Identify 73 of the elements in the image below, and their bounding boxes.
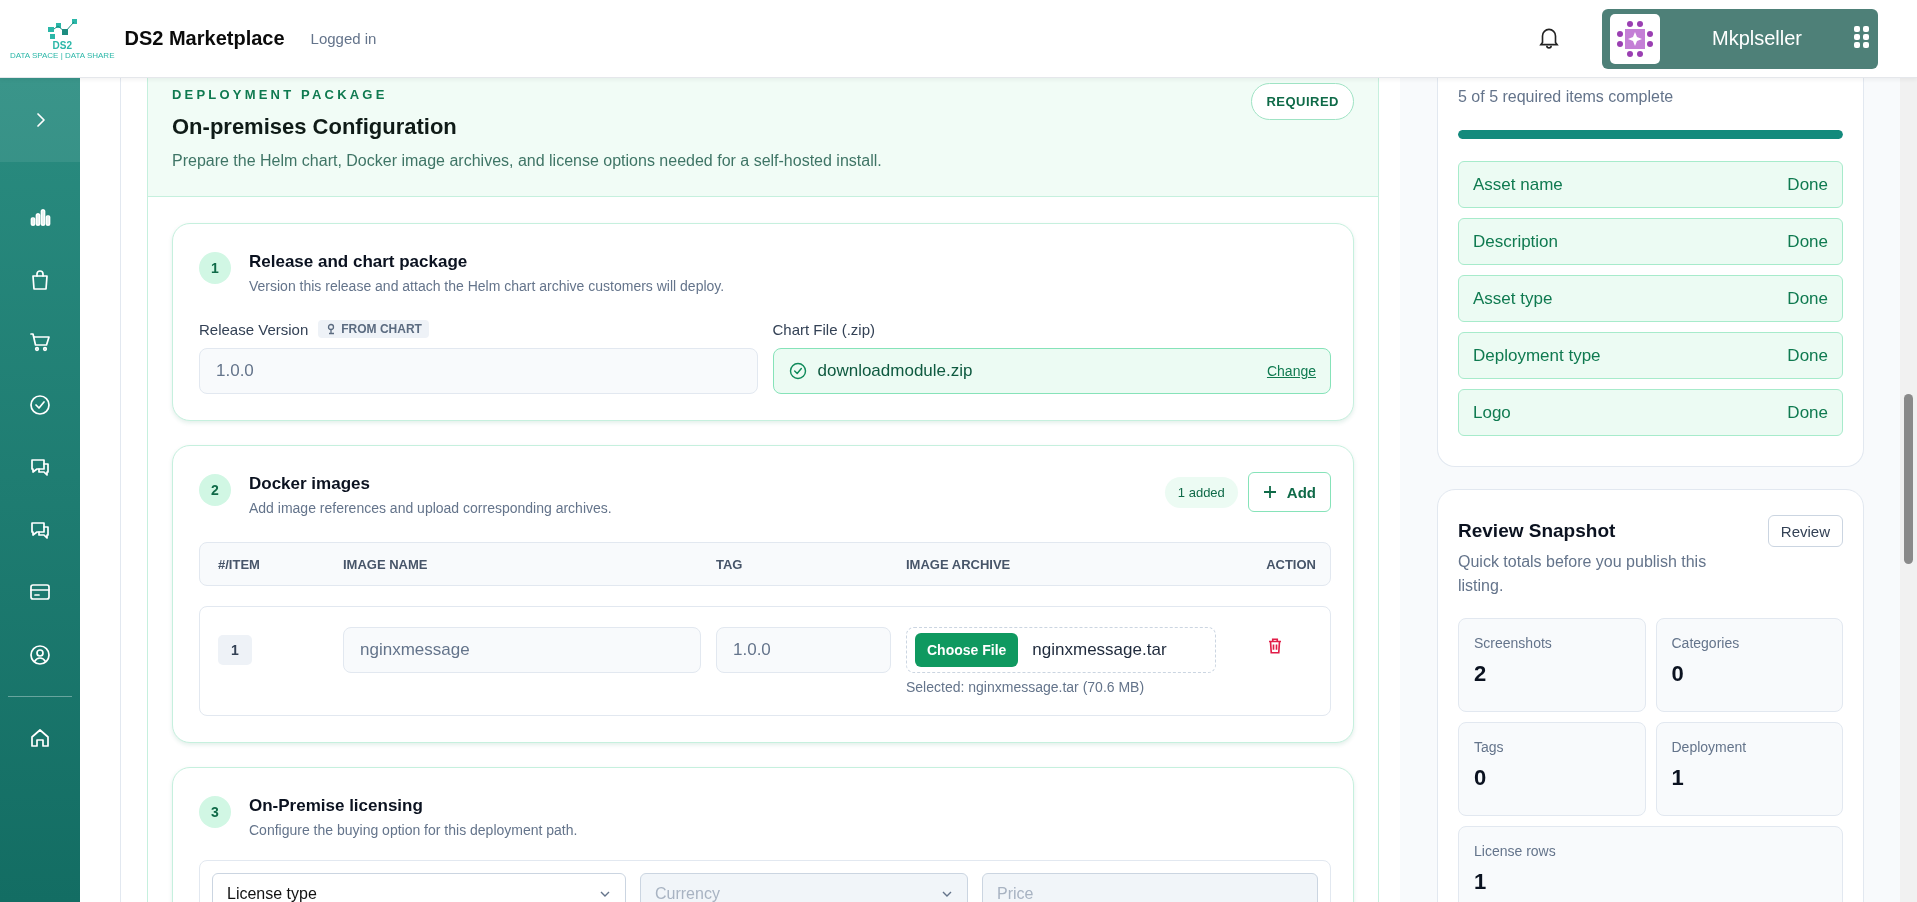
chart-file-field[interactable]: downloadmodule.zip Change (772, 348, 1331, 394)
section-eyebrow: DEPLOYMENT PACKAGE (172, 87, 389, 102)
row-index: 1 (218, 635, 252, 665)
item-status: Done (1787, 345, 1828, 366)
dropdown-field[interactable]: License type (212, 873, 626, 902)
file-name: nginxmessage.tar (1032, 640, 1167, 660)
stat-value: 1 (1474, 869, 1488, 895)
field-label: Chart File (.zip) (772, 320, 876, 338)
app-title: DS2 Marketplace (124, 27, 285, 50)
logo-text: DS2 (52, 41, 72, 51)
section-title: On-premises Configuration (172, 114, 458, 140)
stat-value: 0 (1474, 765, 1488, 791)
item-status: Done (1787, 174, 1828, 195)
stat-label: Screenshots (1474, 635, 1553, 651)
apps-grid-icon[interactable] (1854, 25, 1870, 48)
check-circle-icon[interactable] (28, 392, 52, 417)
card-title: Review Snapshot (1458, 520, 1617, 542)
user-menu-button[interactable]: Mkplseller (1602, 8, 1878, 69)
item-status: Done (1787, 231, 1828, 252)
login-status: Logged in (310, 30, 377, 47)
step-description: Add image references and upload corresponding archives. (249, 500, 613, 516)
add-button[interactable]: Add (1247, 472, 1331, 512)
change-link[interactable]: Change (1266, 363, 1316, 379)
logo-tagline: DATA SPACE | DATA SHARE (10, 51, 115, 60)
file-upload-field[interactable]: Choose File nginxmessage.tar (906, 627, 1216, 673)
progress-summary: 5 of 5 required items complete (1458, 88, 1675, 106)
user-circle-icon[interactable] (28, 642, 52, 667)
stat-value: 0 (1671, 661, 1685, 687)
file-name: downloadmodule.zip (817, 361, 974, 381)
scrollbar-thumb[interactable] (1904, 394, 1913, 564)
plus-icon (1262, 485, 1277, 499)
required-badge: REQUIRED (1251, 83, 1354, 120)
item-label: Logo (1473, 402, 1511, 423)
step-title: On-Premise licensing (249, 796, 424, 816)
stat-label: Deployment (1671, 739, 1748, 755)
item-status: Done (1787, 402, 1828, 423)
stat-label: Tags (1474, 739, 1505, 755)
count-badge: 1 added (1164, 476, 1238, 508)
tag-field[interactable]: 1.0.0 (716, 627, 891, 673)
image-name-field[interactable]: nginxmessage (343, 627, 701, 673)
item-label: Deployment type (1473, 345, 1601, 366)
item-label: Description (1473, 231, 1559, 252)
delete-trash-icon[interactable] (1266, 637, 1284, 655)
section-description: Prepare the Helm chart, Docker image archives, and license options needed for a self-hosted install. (172, 152, 883, 170)
item-label: Asset type (1473, 288, 1553, 309)
column-header: ACTION (1265, 556, 1316, 572)
column-header: IMAGE NAME (343, 556, 429, 572)
column-header: IMAGE ARCHIVE (906, 556, 1012, 572)
avatar-icon (1610, 13, 1660, 64)
step-number-badge: 2 (199, 474, 231, 506)
column-header: TAG (716, 556, 744, 572)
card-description: Quick totals before you publish this listing. (1458, 552, 1708, 596)
item-status: Done (1787, 288, 1828, 309)
step-description: Version this release and attach the Helm chart archive customers will deploy. (249, 278, 726, 294)
choose-file-button[interactable]: Choose File (915, 633, 1019, 667)
stat-label: Categories (1671, 635, 1741, 651)
step-title: Docker images (249, 474, 371, 494)
step-description: Configure the buying option for this deployment path. (249, 822, 579, 838)
stat-value: 2 (1474, 661, 1488, 687)
release-version-field[interactable]: 1.0.0 (199, 348, 758, 394)
step-number-badge: 3 (199, 796, 231, 828)
item-label: Asset name (1473, 174, 1563, 195)
user-name: Mkplseller (1711, 27, 1803, 50)
stat-value: 1 (1671, 765, 1685, 791)
selected-file-note: Selected: nginxmessage.tar (70.6 MB) (906, 679, 1146, 695)
step-number-badge: 1 (199, 252, 231, 284)
column-header: #/ITEM (218, 556, 261, 572)
from-chart-tag: FROM CHART (318, 320, 429, 338)
stat-label: License rows (1474, 843, 1557, 859)
step-title: Release and chart package (249, 252, 469, 272)
review-button[interactable]: Review (1767, 515, 1843, 547)
field-label: Release Version (199, 320, 309, 338)
check-circle-icon (787, 361, 808, 381)
